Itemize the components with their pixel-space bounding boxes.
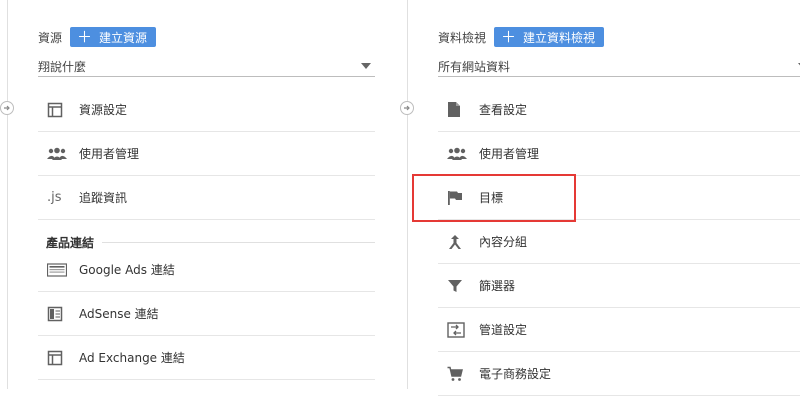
property-header: 資源 ＋ 建立資源 <box>38 27 157 47</box>
menu-item-label: 目標 <box>479 191 504 205</box>
menu-item-label: AdSense 連結 <box>79 307 159 321</box>
property-header-label: 資源 <box>38 30 63 45</box>
column-divider <box>407 0 408 389</box>
menu-item-user-management[interactable]: 使用者管理 <box>38 132 375 176</box>
menu-item-content-grouping[interactable]: 內容分組 <box>438 220 800 264</box>
js-icon: .js <box>47 190 62 205</box>
shopping-cart-icon <box>447 366 475 382</box>
menu-item-label: 資源設定 <box>79 103 128 117</box>
expand-arrow-icon[interactable] <box>400 101 414 115</box>
menu-item-label: 電子商務設定 <box>479 367 552 381</box>
menu-item-label: 內容分組 <box>479 235 528 249</box>
create-view-button[interactable]: ＋ 建立資料檢視 <box>494 27 605 47</box>
property-settings-icon <box>47 102 75 118</box>
menu-item-label: 篩選器 <box>479 279 516 293</box>
menu-item-goals[interactable]: 目標 <box>438 176 800 220</box>
menu-item-channel-settings[interactable]: 管道設定 <box>438 308 800 352</box>
menu-item-label: 使用者管理 <box>79 147 140 161</box>
users-icon <box>47 147 75 161</box>
view-header-label: 資料檢視 <box>438 30 487 45</box>
view-select-value: 所有網站資料 <box>438 60 511 74</box>
view-header: 資料檢視 ＋ 建立資料檢視 <box>438 27 605 47</box>
expand-arrow-icon[interactable] <box>0 101 14 115</box>
menu-item-ad-exchange-link[interactable]: Ad Exchange 連結 <box>38 336 375 380</box>
flag-icon <box>447 190 475 206</box>
section-divider <box>102 242 375 243</box>
menu-item-label: 管道設定 <box>479 323 528 337</box>
menu-item-adsense-link[interactable]: AdSense 連結 <box>38 292 375 336</box>
property-column: 資源 ＋ 建立資源 翔說什麼 資源設定 使用者管理 .js 追蹤資訊 產品連結 … <box>0 0 375 389</box>
property-select-value: 翔說什麼 <box>38 60 87 74</box>
create-property-label: 建立資源 <box>99 30 148 45</box>
channel-settings-icon <box>447 321 475 338</box>
plus-icon: ＋ <box>77 28 93 46</box>
menu-item-label: 使用者管理 <box>479 147 540 161</box>
menu-item-label: Ad Exchange 連結 <box>79 351 185 365</box>
view-column: 資料檢視 ＋ 建立資料檢視 所有網站資料 查看設定 使用者管理 目標 內容分組 <box>400 0 800 396</box>
menu-item-property-settings[interactable]: 資源設定 <box>38 88 375 132</box>
property-select[interactable]: 翔說什麼 <box>38 56 375 77</box>
menu-item-label: Google Ads 連結 <box>79 263 175 277</box>
menu-item-google-ads-link[interactable]: Google Ads 連結 <box>38 248 375 292</box>
menu-item-ecommerce-settings[interactable]: 電子商務設定 <box>438 352 800 396</box>
google-ads-link-icon <box>47 262 75 277</box>
filter-icon <box>447 278 475 294</box>
menu-item-label: 追蹤資訊 <box>79 191 128 205</box>
users-icon <box>447 147 475 161</box>
menu-item-user-management[interactable]: 使用者管理 <box>438 132 800 176</box>
menu-item-filters[interactable]: 篩選器 <box>438 264 800 308</box>
create-view-label: 建立資料檢視 <box>523 30 596 45</box>
column-divider <box>7 0 8 389</box>
adsense-link-icon <box>47 306 75 322</box>
menu-item-tracking-info[interactable]: .js 追蹤資訊 <box>38 176 375 220</box>
menu-item-label: 查看設定 <box>479 103 528 117</box>
create-property-button[interactable]: ＋ 建立資源 <box>70 27 157 47</box>
ad-exchange-link-icon <box>47 350 75 366</box>
view-settings-icon <box>447 101 475 118</box>
content-grouping-icon <box>447 234 475 250</box>
menu-item-view-settings[interactable]: 查看設定 <box>438 88 800 132</box>
view-select[interactable]: 所有網站資料 <box>438 56 800 77</box>
plus-icon: ＋ <box>501 28 517 46</box>
chevron-down-icon <box>361 63 371 69</box>
